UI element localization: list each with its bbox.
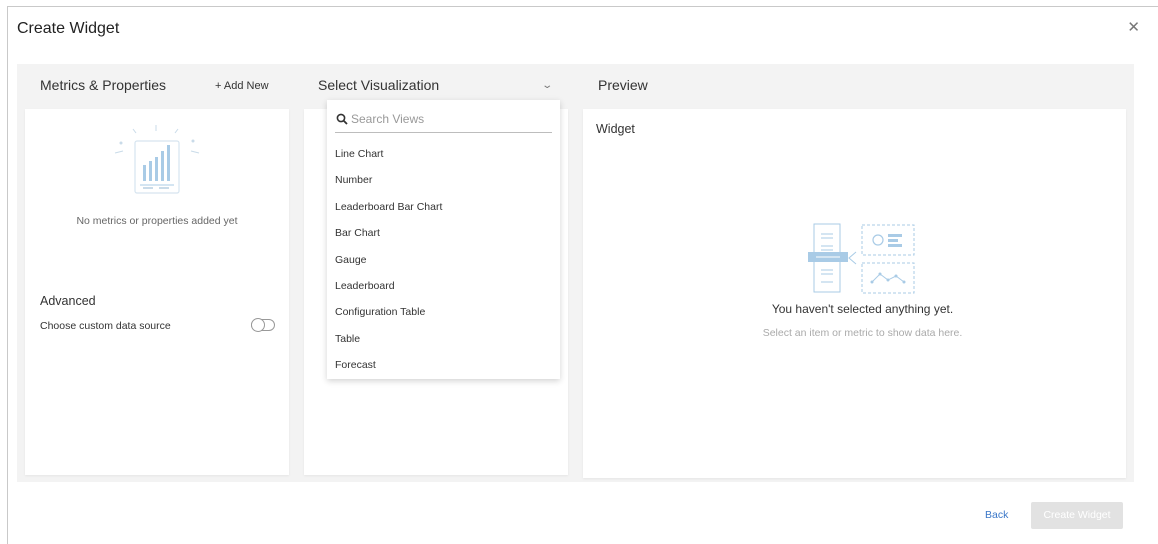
option-leaderboard[interactable]: Leaderboard <box>327 273 560 299</box>
option-leaderboard-bar-chart[interactable]: Leaderboard Bar Chart <box>327 194 560 220</box>
custom-data-source-toggle[interactable] <box>251 318 275 332</box>
option-forecast[interactable]: Forecast <box>327 352 560 378</box>
empty-preview-illustration-icon <box>808 223 915 294</box>
option-number[interactable]: Number <box>327 167 560 193</box>
visualization-options: Line Chart Number Leaderboard Bar Chart … <box>327 141 560 379</box>
preview-widget-label: Widget <box>596 122 635 136</box>
preview-empty-subtitle: Select an item or metric to show data he… <box>762 327 963 339</box>
metrics-heading: Metrics & Properties <box>40 77 167 93</box>
close-icon[interactable]: ✕ <box>1127 20 1140 35</box>
option-configuration-table[interactable]: Configuration Table <box>327 299 560 325</box>
empty-metrics-message: No metrics or properties added yet <box>76 215 238 227</box>
advanced-heading: Advanced <box>40 294 96 308</box>
search-views-input[interactable] <box>351 110 549 128</box>
toggle-knob <box>251 318 265 332</box>
visualization-dropdown-menu: Line Chart Number Leaderboard Bar Chart … <box>327 100 560 379</box>
custom-data-source-label: Choose custom data source <box>40 320 171 332</box>
dialog-title: Create Widget <box>17 20 120 37</box>
search-views-field <box>335 108 552 133</box>
option-gauge[interactable]: Gauge <box>327 247 560 273</box>
empty-metrics-illustration-icon <box>114 125 200 194</box>
metrics-panel: No metrics or properties added yet Advan… <box>25 109 289 475</box>
select-visualization-label: Select Visualization <box>318 77 440 93</box>
preview-empty-title: You haven't selected anything yet. <box>771 302 954 316</box>
select-visualization-dropdown[interactable]: Select Visualization ⌄ <box>318 77 553 93</box>
search-icon <box>336 113 348 125</box>
chevron-down-icon: ⌄ <box>540 80 553 91</box>
option-table[interactable]: Table <box>327 326 560 352</box>
preview-heading: Preview <box>598 77 648 93</box>
create-widget-button[interactable]: Create Widget <box>1031 502 1123 529</box>
add-new-button[interactable]: + Add New <box>215 80 269 92</box>
widget-workspace: Metrics & Properties + Add New Select Vi… <box>17 64 1134 482</box>
option-line-chart[interactable]: Line Chart <box>327 141 560 167</box>
option-bar-chart[interactable]: Bar Chart <box>327 220 560 246</box>
back-button[interactable]: Back <box>985 509 1008 521</box>
